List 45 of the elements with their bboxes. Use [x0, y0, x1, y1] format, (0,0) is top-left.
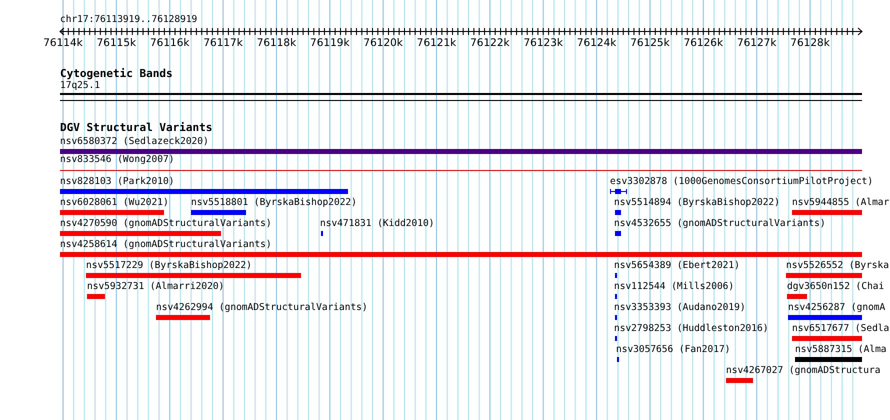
tick-label: 76124k [576, 37, 616, 49]
variant-label[interactable]: nsv5932731 (Almarri2020) [87, 282, 224, 292]
variant-label[interactable]: nsv6517677 (Sedla [792, 324, 890, 334]
track-title: DGV Structural Variants [60, 122, 214, 134]
variant-label[interactable]: nsv112544 (Mills2006) [614, 282, 734, 292]
variant-label[interactable]: nsv4262994 (gnomADStructuralVariants) [156, 303, 368, 313]
variant-label[interactable]: nsv3057656 (Fan2017) [616, 345, 730, 355]
tick-label: 76114k [43, 37, 83, 49]
variant-label[interactable]: nsv4256287 (gnomA [788, 303, 886, 313]
variant-label[interactable]: nsv4270590 (gnomADStructuralVariants) [60, 219, 272, 229]
variant-label[interactable]: nsv6580372 (Sedlazeck2020) [60, 137, 209, 147]
track-title: Cytogenetic Bands [60, 68, 174, 80]
variant-label[interactable]: nsv4267027 (gnomADStructura [726, 366, 880, 376]
variant-label[interactable]: nsv471831 (Kidd2010) [320, 219, 434, 229]
tick-label: 76116k [150, 37, 190, 49]
tick-label: 76120k [363, 37, 403, 49]
tick-label: 76115k [96, 37, 136, 49]
tick-label: 76119k [310, 37, 350, 49]
tick-label: 76126k [684, 37, 724, 49]
variant-label[interactable]: nsv833546 (Wong2007) [60, 155, 174, 165]
variant-label[interactable]: nsv2798253 (Huddleston2016) [614, 324, 768, 334]
tick-label: 76128k [790, 37, 830, 49]
tick-label: 76122k [470, 37, 510, 49]
variant-label[interactable]: nsv3353393 (Audano2019) [614, 303, 746, 313]
tick-label: 76123k [524, 37, 563, 49]
band-label: 17q25.1 [60, 81, 102, 91]
variant-label[interactable]: nsv5887315 (Alma [795, 345, 887, 355]
variant-label[interactable]: nsv5526552 (Byrska [786, 261, 889, 271]
variant-label[interactable]: nsv5518801 (ByrskaBishop2022) [191, 198, 357, 208]
variant-label[interactable]: nsv5944855 (Almar [792, 198, 890, 208]
variant-label[interactable]: nsv4258614 (gnomADStructuralVariants) [60, 240, 272, 250]
variant-label[interactable]: dgv3650n152 (Chai [787, 282, 884, 292]
region-coordinates: chr17:76113919..76128919 [60, 15, 198, 25]
variant-label[interactable]: nsv5517229 (ByrskaBishop2022) [86, 261, 252, 271]
variant-label[interactable]: nsv5654389 (Ebert2021) [614, 261, 740, 271]
variant-label[interactable]: nsv4532655 (gnomADStructuralVariants) [614, 219, 826, 229]
tick-label: 76117k [203, 37, 243, 49]
variant-label[interactable]: nsv5514894 (ByrskaBishop2022) [614, 198, 780, 208]
tick-label: 76121k [416, 37, 456, 49]
variant-label[interactable]: esv3302878 (1000GenomesConsortiumPilotProject) [610, 177, 874, 187]
variant-label[interactable]: nsv828103 (Park2010) [60, 177, 174, 187]
tick-label: 76127k [736, 37, 776, 49]
tick-label: 76118k [256, 37, 296, 49]
variant-label[interactable]: nsv6028061 (Wu2021) [60, 198, 169, 208]
tick-label: 76125k [630, 37, 670, 49]
